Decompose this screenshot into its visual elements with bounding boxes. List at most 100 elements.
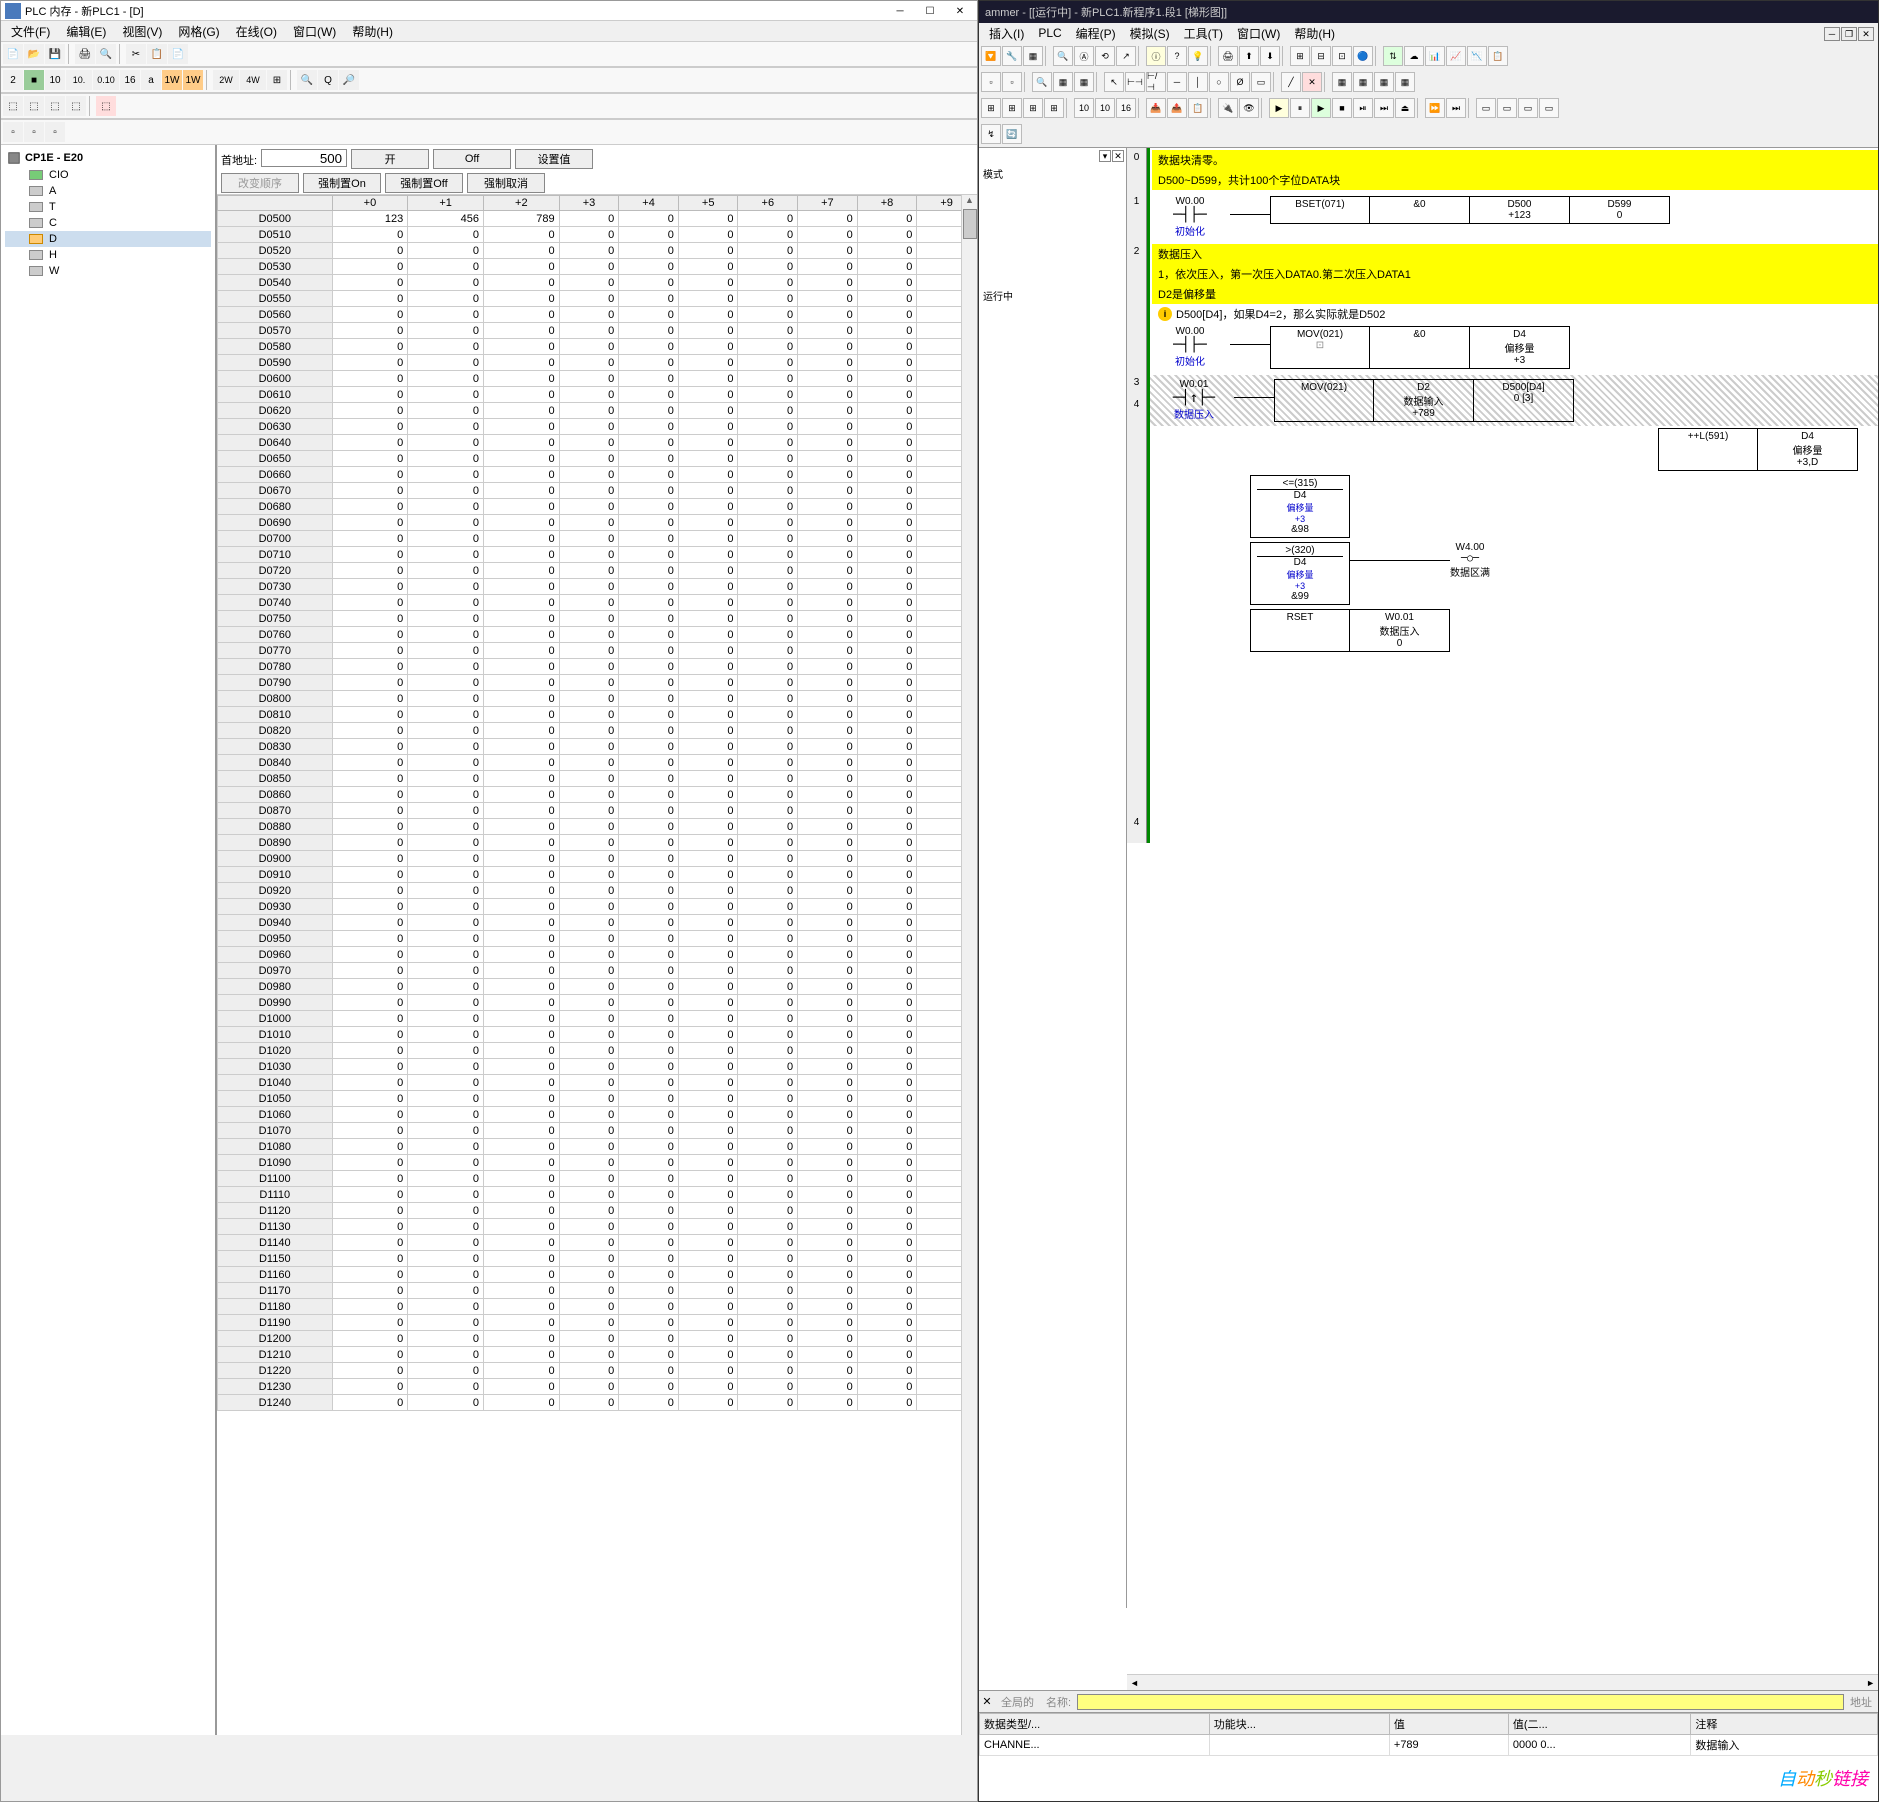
memory-cell[interactable]: 0 xyxy=(332,803,408,819)
memory-cell[interactable]: 0 xyxy=(798,899,858,915)
memory-cell[interactable]: 0 xyxy=(559,1075,619,1091)
memory-cell[interactable]: 0 xyxy=(738,1379,798,1395)
memory-cell[interactable]: 0 xyxy=(332,291,408,307)
menu-item[interactable]: 工具(T) xyxy=(1178,23,1229,44)
memory-cell[interactable]: 0 xyxy=(798,803,858,819)
memory-cell[interactable]: 0 xyxy=(738,435,798,451)
memory-cell[interactable]: 0 xyxy=(483,611,559,627)
memory-cell[interactable]: 0 xyxy=(559,835,619,851)
memory-cell[interactable]: 0 xyxy=(559,451,619,467)
rtb-g-icon[interactable]: 📈 xyxy=(1446,46,1466,66)
memory-row[interactable]: D09400000000000 xyxy=(218,915,977,931)
memory-cell[interactable]: 0 xyxy=(619,291,679,307)
memory-cell[interactable]: 0 xyxy=(678,675,738,691)
memory-cell[interactable]: 0 xyxy=(619,611,679,627)
memory-cell[interactable]: 0 xyxy=(559,1235,619,1251)
memory-cell[interactable]: 0 xyxy=(408,499,484,515)
memory-cell[interactable]: 0 xyxy=(619,227,679,243)
memory-cell[interactable]: 0 xyxy=(332,1331,408,1347)
memory-cell[interactable]: 0 xyxy=(619,931,679,947)
rtb3-16-icon[interactable]: 16 xyxy=(1116,98,1136,118)
rtb-f-icon[interactable]: 📊 xyxy=(1425,46,1445,66)
memory-row[interactable]: D09100000000000 xyxy=(218,867,977,883)
memory-cell[interactable]: 0 xyxy=(559,883,619,899)
rtb-down-icon[interactable]: ⬇ xyxy=(1260,46,1280,66)
memory-cell[interactable]: 0 xyxy=(332,931,408,947)
memory-cell[interactable]: 0 xyxy=(332,1043,408,1059)
rtb4-clr-icon[interactable]: ↯ xyxy=(981,124,1001,144)
memory-cell[interactable]: 0 xyxy=(559,1267,619,1283)
memory-cell[interactable]: 0 xyxy=(559,259,619,275)
rtb3-stop-icon[interactable]: ■ xyxy=(1332,98,1352,118)
memory-cell[interactable]: 0 xyxy=(332,1123,408,1139)
memory-cell[interactable]: 0 xyxy=(408,659,484,675)
rtb-c-icon[interactable]: ⊡ xyxy=(1332,46,1352,66)
memory-cell[interactable]: 0 xyxy=(559,1011,619,1027)
format-10-icon[interactable]: 10 xyxy=(45,70,65,90)
memory-cell[interactable]: 0 xyxy=(798,1139,858,1155)
memory-cell[interactable]: 0 xyxy=(738,771,798,787)
memory-table-scroll[interactable]: +0+1+2+3+4+5+6+7+8+9 D050012345678900000… xyxy=(217,195,977,1735)
memory-cell[interactable]: 0 xyxy=(332,531,408,547)
ladder-diagram[interactable]: 0 数据块清零。 D500~D599，共计100个字位DATA块 1 W0.00… xyxy=(1127,148,1878,1608)
memory-cell[interactable]: 0 xyxy=(332,1395,408,1411)
memory-cell[interactable]: 0 xyxy=(332,675,408,691)
rung-1[interactable]: 1 W0.00 ─┤├─ 初始化 BSET(071) &0 D500+123 xyxy=(1127,192,1878,242)
memory-cell[interactable]: 0 xyxy=(408,1299,484,1315)
memory-cell[interactable]: 0 xyxy=(619,1267,679,1283)
memory-cell[interactable]: 0 xyxy=(619,899,679,915)
memory-cell[interactable]: 0 xyxy=(857,947,917,963)
memory-cell[interactable]: 0 xyxy=(619,547,679,563)
memory-cell[interactable]: 0 xyxy=(619,1347,679,1363)
memory-cell[interactable]: 0 xyxy=(857,595,917,611)
memory-cell[interactable]: 0 xyxy=(798,1027,858,1043)
memory-cell[interactable]: 0 xyxy=(483,403,559,419)
memory-cell[interactable]: 0 xyxy=(678,387,738,403)
memory-cell[interactable]: 0 xyxy=(619,947,679,963)
memory-cell[interactable]: 0 xyxy=(332,755,408,771)
memory-cell[interactable]: 0 xyxy=(738,707,798,723)
memory-cell[interactable]: 0 xyxy=(483,563,559,579)
memory-cell[interactable]: 0 xyxy=(559,1059,619,1075)
memory-row[interactable]: D07300000000000 xyxy=(218,579,977,595)
memory-cell[interactable]: 0 xyxy=(857,227,917,243)
memory-cell[interactable]: 0 xyxy=(408,275,484,291)
memory-cell[interactable]: 0 xyxy=(483,1091,559,1107)
rtb3-view3-icon[interactable]: ⊞ xyxy=(1023,98,1043,118)
memory-cell[interactable]: 0 xyxy=(332,867,408,883)
memory-cell[interactable]: 0 xyxy=(857,1283,917,1299)
memory-cell[interactable]: 0 xyxy=(857,1331,917,1347)
memory-cell[interactable]: 0 xyxy=(332,851,408,867)
memory-cell[interactable]: 0 xyxy=(857,419,917,435)
memory-cell[interactable]: 0 xyxy=(483,1171,559,1187)
memory-cell[interactable]: 0 xyxy=(332,1091,408,1107)
memory-cell[interactable]: 0 xyxy=(619,1139,679,1155)
memory-cell[interactable]: 0 xyxy=(678,1267,738,1283)
rset-instruction[interactable]: RSET W0.01数据压入0 xyxy=(1250,609,1450,652)
memory-cell[interactable]: 0 xyxy=(738,1059,798,1075)
memory-cell[interactable]: 0 xyxy=(559,979,619,995)
memory-cell[interactable]: 0 xyxy=(483,499,559,515)
memory-cell[interactable]: 0 xyxy=(619,579,679,595)
memory-cell[interactable]: 0 xyxy=(678,547,738,563)
memory-cell[interactable]: 0 xyxy=(798,355,858,371)
memory-cell[interactable]: 0 xyxy=(678,931,738,947)
memory-cell[interactable]: 0 xyxy=(559,1203,619,1219)
memory-cell[interactable]: 0 xyxy=(559,995,619,1011)
memory-cell[interactable]: 0 xyxy=(678,259,738,275)
output-coil[interactable]: W4.00 ─○─ 数据区满 xyxy=(1450,542,1490,579)
zoom-fit-icon[interactable]: Q xyxy=(318,70,338,90)
memory-cell[interactable]: 0 xyxy=(738,915,798,931)
memory-cell[interactable]: 0 xyxy=(798,483,858,499)
memory-cell[interactable]: 0 xyxy=(798,1171,858,1187)
memory-row[interactable]: D09900000000000 xyxy=(218,995,977,1011)
memory-cell[interactable]: 0 xyxy=(857,1091,917,1107)
memory-cell[interactable]: 0 xyxy=(738,803,798,819)
rtb3-ins2-icon[interactable]: 📤 xyxy=(1167,98,1187,118)
memory-cell[interactable]: 0 xyxy=(857,1139,917,1155)
memory-cell[interactable]: 0 xyxy=(619,1091,679,1107)
memory-cell[interactable]: 0 xyxy=(678,739,738,755)
rung-2[interactable]: 2 数据压入 1，依次压入，第一次压入DATA0.第二次压入DATA1 D2是偏… xyxy=(1127,242,1878,373)
memory-cell[interactable]: 0 xyxy=(408,867,484,883)
memory-cell[interactable]: 0 xyxy=(738,339,798,355)
